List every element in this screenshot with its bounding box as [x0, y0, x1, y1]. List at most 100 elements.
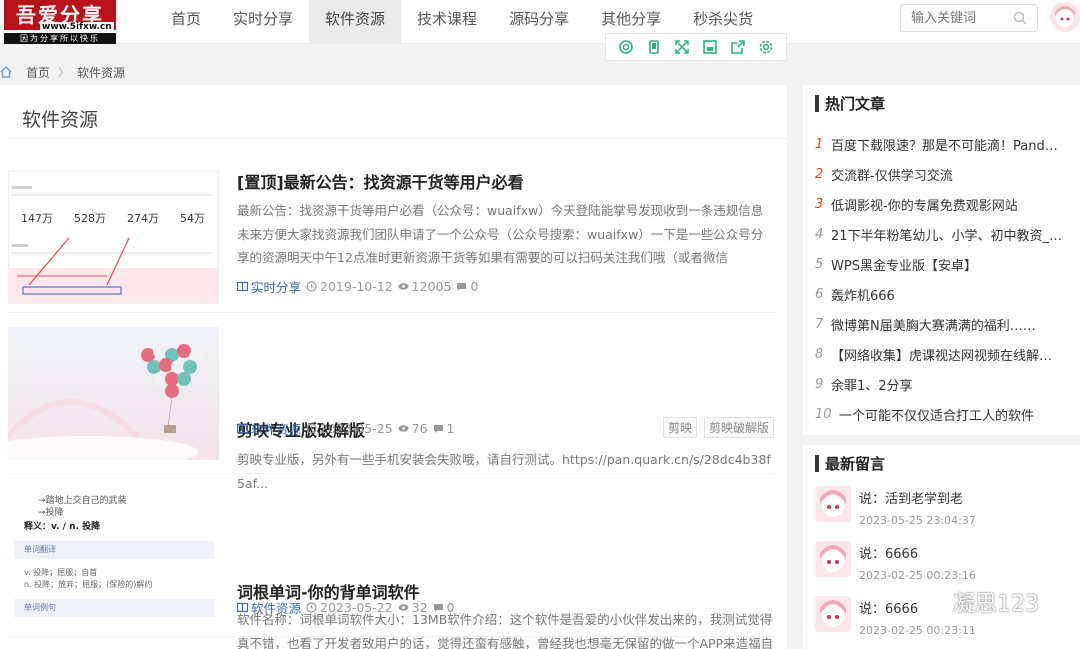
eye-icon — [398, 425, 409, 432]
thumbnail-line: 释义：v. / n. 投降 — [24, 522, 101, 532]
hot-item[interactable]: 6 轰炸机666 — [815, 279, 1077, 309]
nav-source-code[interactable]: 源码分享 — [493, 0, 585, 44]
hot-item-title: 微博第N届美胸大赛满满的福利…… — [831, 318, 1036, 334]
post-item: 147万 528万 274万 54万 12 [置顶]最新公告：找资源干货等用户必… — [0, 153, 787, 313]
user-avatar[interactable] — [1050, 2, 1080, 32]
comment-text[interactable]: 说：6666 — [859, 598, 918, 617]
logo-slogan: 因为分享所以快乐 — [4, 33, 116, 44]
commenter-avatar[interactable] — [815, 541, 851, 577]
hot-item[interactable]: 8 【网络收集】虎课视达网视频在线解… — [815, 339, 1077, 369]
comment-text[interactable]: 说：6666 — [859, 543, 918, 562]
post-meta-row: 软件资源 2023-05-25 76 1 剪映 剪映破解版 — [0, 313, 787, 474]
hot-item[interactable]: 5 WPS黑金专业版【安卓】 — [815, 249, 1077, 279]
post-category-label: 实时分享 — [251, 280, 302, 295]
clock-icon — [306, 423, 317, 434]
hot-item-title: WPS黑金专业版【安卓】 — [831, 258, 977, 274]
post-title[interactable]: [置顶]最新公告：找资源干货等用户必看 — [237, 169, 524, 193]
rank-number: 6 — [815, 286, 824, 302]
category-icon — [237, 423, 248, 434]
breadcrumb-separator: 〉 — [58, 66, 70, 79]
title-divider — [8, 138, 787, 139]
comment-icon — [457, 283, 467, 291]
post-category[interactable]: 软件资源 — [237, 419, 301, 438]
comments-title: 最新留言 — [825, 455, 886, 473]
thumbnail-line: n. 投降；放弃；屈服；(保险的)解约 — [24, 580, 153, 589]
hot-title: 热门文章 — [825, 95, 886, 113]
comment-item: 说：活到老学到老 2023-05-25 23:04:37 — [815, 486, 1075, 536]
save-icon[interactable] — [702, 39, 718, 55]
latest-comments-widget: 最新留言 说：活到老学到老 2023-05-25 23:04:37 说：6666… — [803, 445, 1080, 649]
hot-item-title: 轰炸机666 — [831, 288, 895, 304]
eye-icon — [398, 283, 409, 290]
hot-item-title: 21下半年粉笔幼儿、小学、初中教资_… — [831, 228, 1063, 244]
post-date: 2023-05-22 — [320, 600, 393, 615]
thumbnail-stat: 528万 — [74, 212, 106, 225]
post-comments: 1 — [446, 421, 455, 436]
comment-icon — [433, 425, 443, 433]
post-tags: 剪映 剪映破解版 — [662, 417, 774, 438]
nav-realtime-share[interactable]: 实时分享 — [217, 0, 309, 44]
thumbnail-stat: 54万 — [180, 212, 205, 225]
floating-toolbar — [605, 33, 787, 61]
thumbnail-line: 单词翻译 — [14, 541, 214, 559]
rank-number: 4 — [815, 226, 824, 242]
search-icon[interactable] — [1013, 11, 1027, 25]
logo-url: www.5ifxw.cn — [40, 22, 114, 32]
post-thumbnail[interactable]: 147万 528万 274万 54万 12 — [8, 171, 219, 304]
category-icon — [237, 602, 248, 613]
watermark: 凝思123 — [925, 586, 1039, 618]
post-tag[interactable]: 剪映破解版 — [703, 417, 774, 438]
post-category-label: 软件资源 — [251, 422, 302, 437]
post-comments: 0 — [446, 600, 455, 615]
search-box — [900, 4, 1038, 32]
nav-courses[interactable]: 技术课程 — [401, 0, 493, 44]
post-meta: 软件资源 2023-05-22 32 0 — [237, 598, 455, 617]
nav-software[interactable]: 软件资源 — [309, 0, 402, 44]
hot-item-title: 交流群-仅供学习交流 — [831, 168, 953, 184]
search-input[interactable] — [901, 5, 1009, 31]
tablet-icon[interactable] — [646, 39, 662, 55]
settings-icon[interactable] — [758, 39, 774, 55]
post-category[interactable]: 软件资源 — [237, 598, 301, 617]
hot-item[interactable]: 9 余罪1、2分享 — [815, 369, 1077, 399]
post-tag[interactable]: 剪映 — [662, 417, 697, 438]
hot-item-title: 低调影视-你的专属免费观影网站 — [831, 198, 1018, 214]
post-views: 32 — [411, 600, 428, 615]
hot-list: 1 百度下载限速？那是不可能滴！Pand… 2 交流群-仅供学习交流 3 低调影视-你… — [815, 129, 1077, 429]
commenter-avatar[interactable] — [815, 486, 851, 522]
post-meta: 软件资源 2023-05-25 76 1 — [237, 419, 455, 438]
hot-item-title: 百度下载限速？那是不可能滴！Pand… — [831, 138, 1058, 154]
post-date: 2019-10-12 — [320, 279, 393, 294]
rank-number: 7 — [815, 316, 824, 332]
rank-number: 10 — [815, 406, 832, 422]
share-icon[interactable] — [730, 39, 746, 55]
search-circle-icon[interactable] — [618, 39, 634, 55]
expand-icon[interactable] — [674, 39, 690, 55]
comment-text[interactable]: 说：活到老学到老 — [859, 488, 963, 507]
post-category[interactable]: 实时分享 — [237, 277, 301, 296]
site-header: 吾爱分享 www.5ifxw.cn 因为分享所以快乐 首页 实时分享 软件资源 … — [0, 0, 1080, 44]
rank-number: 8 — [815, 346, 824, 362]
hot-item[interactable]: 3 低调影视-你的专属免费观影网站 — [815, 189, 1077, 219]
nav-home[interactable]: 首页 — [155, 0, 217, 44]
site-logo[interactable]: 吾爱分享 www.5ifxw.cn 因为分享所以快乐 — [0, 0, 122, 44]
widget-title: 热门文章 — [815, 93, 885, 114]
breadcrumb-home[interactable]: 首页 — [26, 64, 50, 81]
hot-item[interactable]: 10 一个可能不仅仅适合打工人的软件 — [815, 399, 1077, 429]
post-category-label: 软件资源 — [251, 601, 302, 616]
hot-item[interactable]: 7 微博第N届美胸大赛满满的福利…… — [815, 309, 1077, 339]
home-icon[interactable] — [0, 66, 12, 78]
thumbnail-stats: 147万 528万 274万 54万 12 — [21, 210, 218, 226]
hot-item[interactable]: 1 百度下载限速？那是不可能滴！Pand… — [815, 129, 1077, 159]
watermark-text: 凝思123 — [953, 592, 1039, 617]
commenter-avatar[interactable] — [815, 596, 851, 632]
hot-item[interactable]: 2 交流群-仅供学习交流 — [815, 159, 1077, 189]
post-comments: 0 — [470, 279, 479, 294]
hot-articles-widget: 热门文章 1 百度下载限速？那是不可能滴！Pand… 2 交流群-仅供学习交流 3低… — [803, 85, 1080, 435]
hot-item[interactable]: 4 21下半年粉笔幼儿、小学、初中教资_… — [815, 219, 1077, 249]
hot-item-title: 【网络收集】虎课视达网视频在线解… — [831, 348, 1053, 364]
rank-number: 2 — [815, 166, 824, 182]
comment-time: 2023-02-25 00:23:16 — [859, 569, 976, 582]
breadcrumb-current: 软件资源 — [77, 65, 126, 80]
title-bar — [815, 95, 819, 112]
